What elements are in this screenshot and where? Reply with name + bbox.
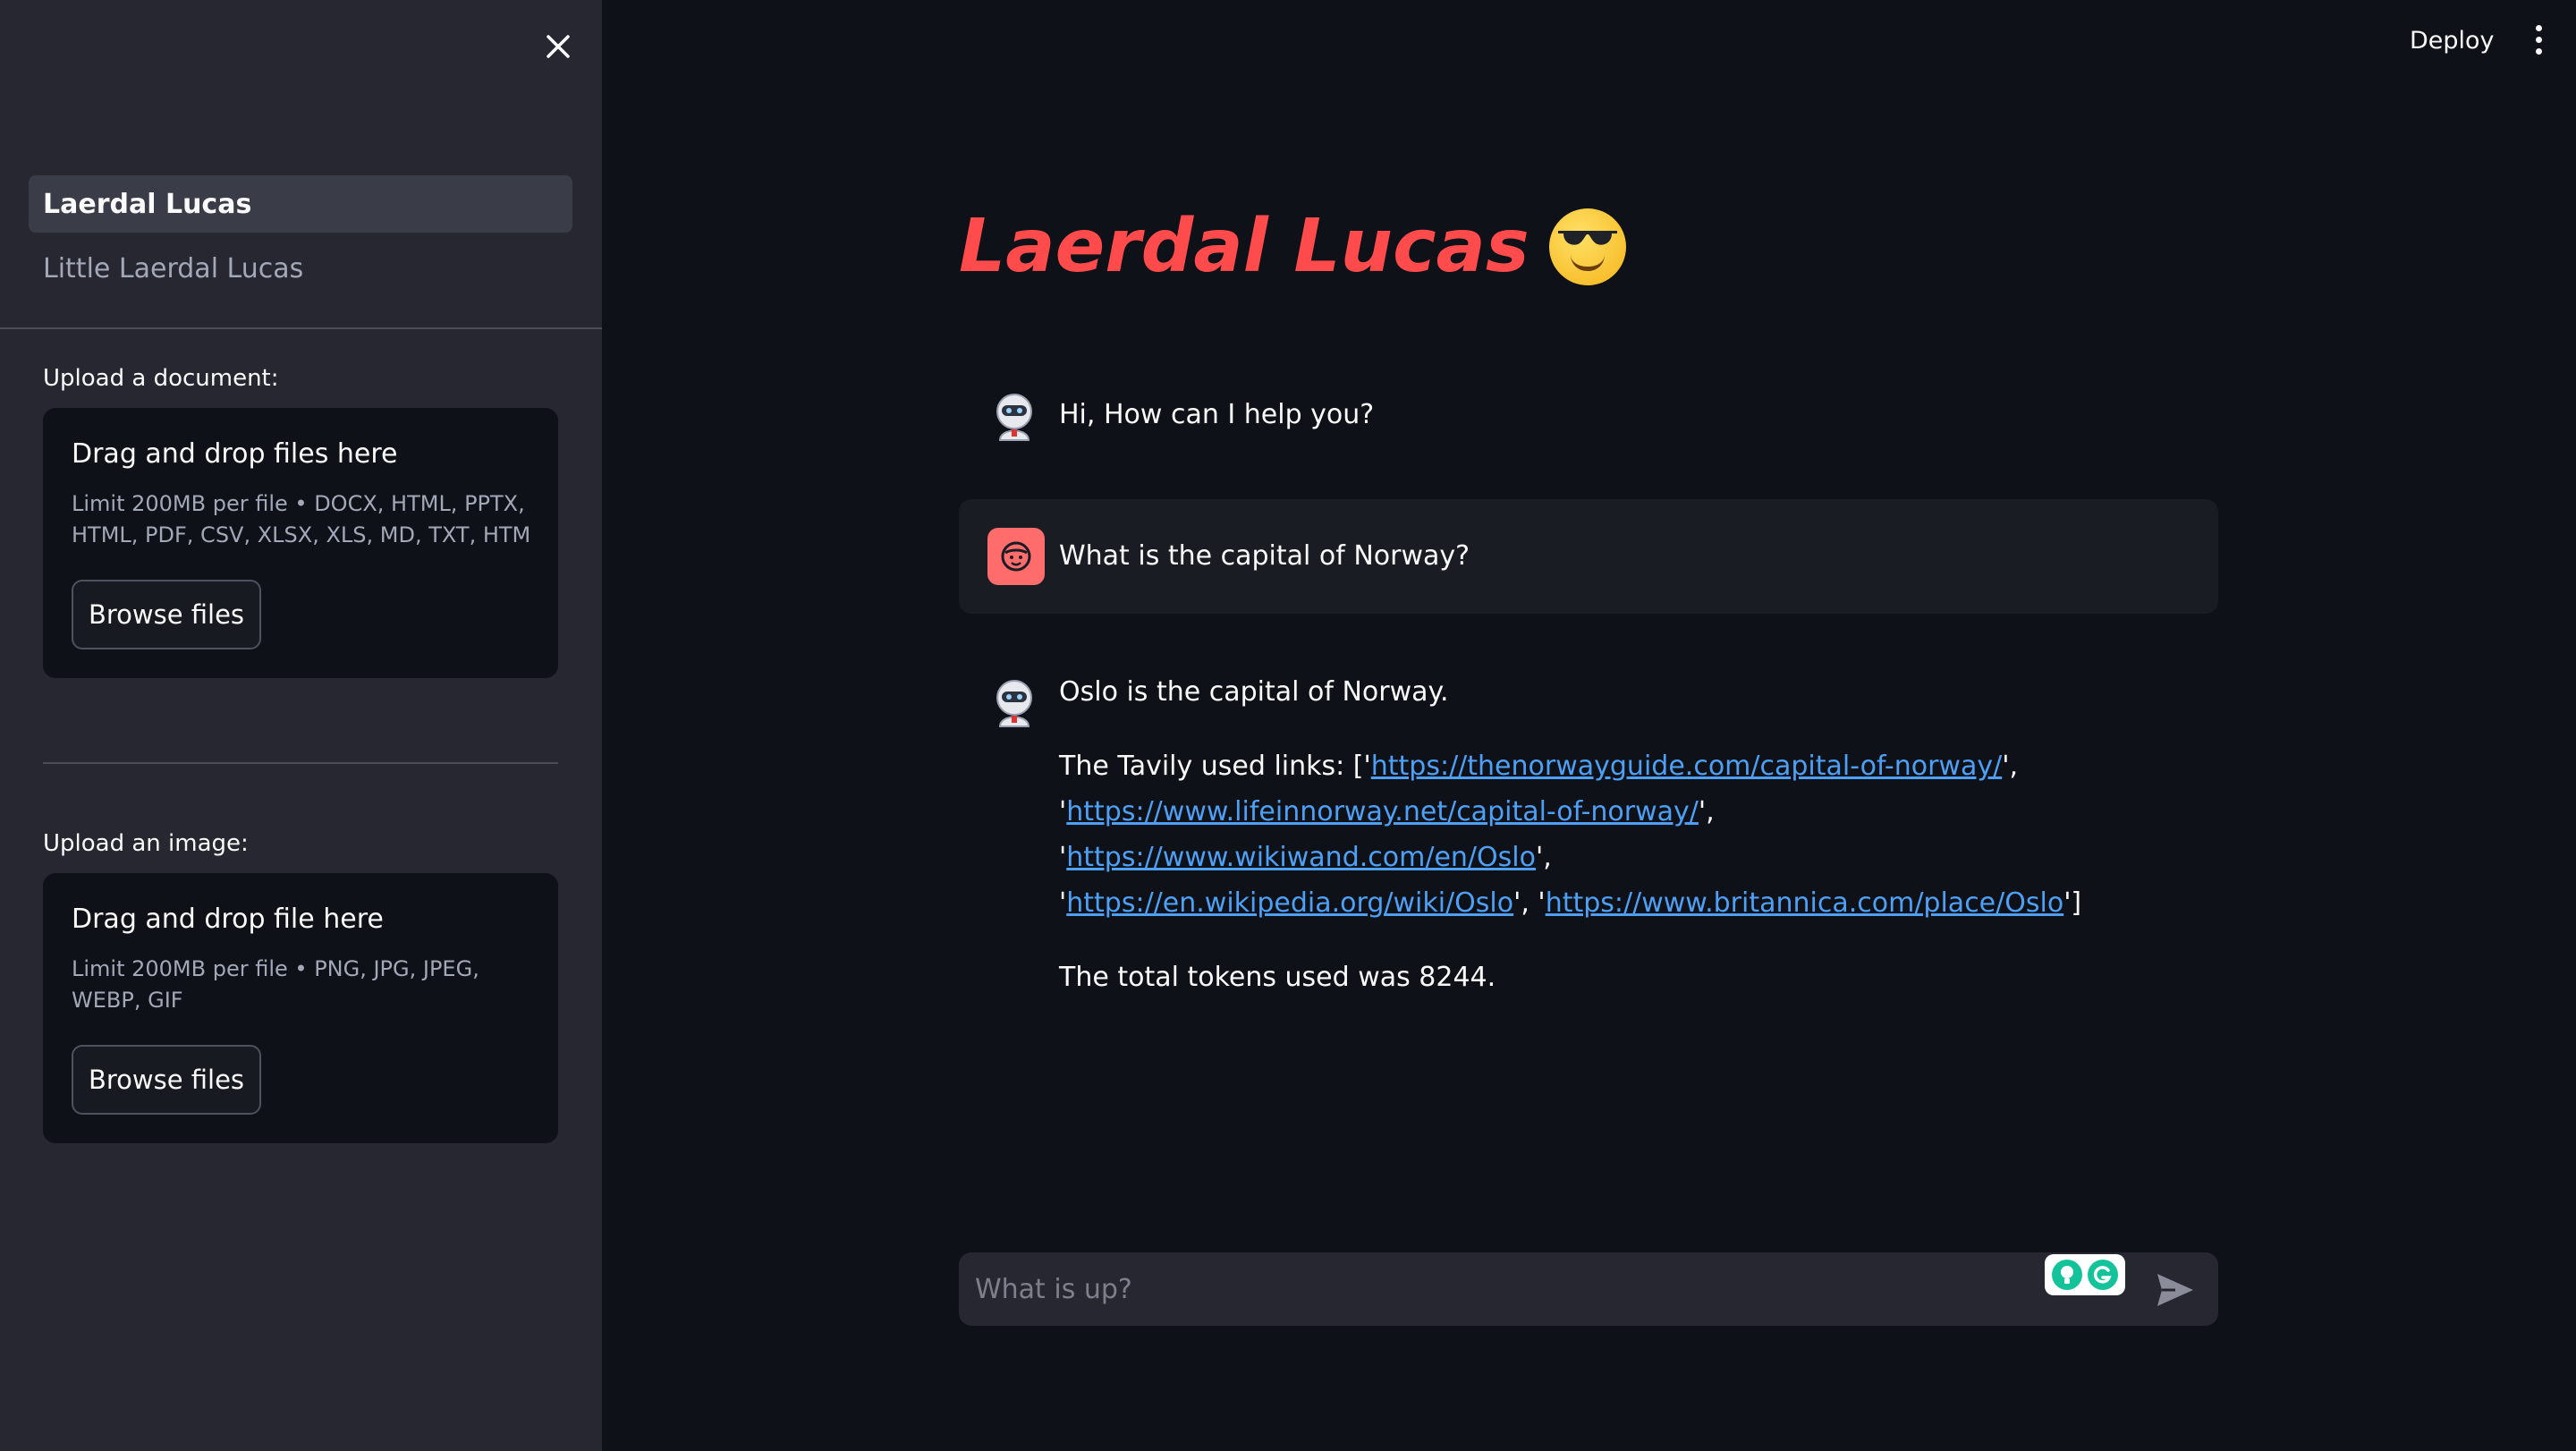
answer-text: Oslo is the capital of Norway. [1059, 676, 1449, 708]
sidebar-divider [43, 762, 558, 764]
links-quote: ' [1059, 796, 1067, 827]
kebab-dot [2536, 37, 2542, 43]
image-dropzone[interactable]: Drag and drop file here Limit 200MB per … [43, 873, 558, 1143]
tavily-links-text: The Tavily used links: ['https://thenorw… [1059, 743, 2123, 926]
links-separator: ', [1535, 842, 1552, 873]
links-quote: ' [1059, 887, 1067, 919]
links-separator: ', [2002, 751, 2019, 782]
lightbulb-icon [2052, 1260, 2082, 1290]
grammarly-icon [2088, 1260, 2118, 1290]
page-nav: Laerdal Lucas Little Laerdal Lucas [29, 175, 572, 304]
source-link[interactable]: https://www.wikiwand.com/en/Oslo [1066, 842, 1536, 873]
source-link[interactable]: https://en.wikipedia.org/wiki/Oslo [1066, 887, 1513, 919]
user-avatar-icon [987, 528, 1045, 585]
doc-upload-label: Upload a document: [43, 365, 279, 392]
chat-message-user: What is the capital of Norway? [959, 499, 2218, 614]
links-separator: ', ' [1513, 887, 1546, 919]
nav-divider [0, 327, 602, 329]
deploy-button[interactable]: Deploy [2397, 20, 2507, 61]
send-button[interactable] [2154, 1270, 2197, 1310]
close-icon [547, 35, 570, 58]
image-browse-button[interactable]: Browse files [72, 1045, 261, 1115]
chat-input[interactable] [975, 1252, 2102, 1326]
sunglasses-emoji-icon [1548, 208, 1626, 285]
message-text: Hi, How can I help you? [1059, 399, 1375, 430]
page-title: Laerdal Lucas [959, 204, 1626, 289]
doc-dropzone-limit: Limit 200MB per file • DOCX, HTML, PPTX,… [72, 491, 531, 547]
links-suffix: '] [2063, 887, 2082, 919]
close-sidebar-button[interactable] [537, 25, 580, 68]
kebab-dot [2536, 48, 2542, 55]
app-root: Laerdal Lucas Little Laerdal Lucas Uploa… [0, 0, 2576, 1451]
bot-avatar-icon [986, 388, 1043, 445]
chat-input-container [959, 1252, 2218, 1326]
image-dropzone-limit: Limit 200MB per file • PNG, JPG, JPEG, W… [72, 956, 479, 1013]
message-text: What is the capital of Norway? [1059, 540, 1470, 572]
nav-item-laerdal-lucas[interactable]: Laerdal Lucas [29, 175, 572, 233]
tokens-text: The total tokens used was 8244. [1059, 962, 1496, 993]
links-prefix: The Tavily used links: [' [1059, 751, 1371, 782]
message-text: Oslo is the capital of Norway. The Tavil… [1059, 669, 2123, 1029]
image-upload-label: Upload an image: [43, 830, 249, 857]
source-link[interactable]: https://www.britannica.com/place/Oslo [1546, 887, 2064, 919]
image-dropzone-title: Drag and drop file here [72, 904, 384, 935]
source-link[interactable]: https://thenorwayguide.com/capital-of-no… [1371, 751, 2002, 782]
kebab-dot [2536, 25, 2542, 31]
grammar-extension-badge[interactable] [2045, 1254, 2125, 1295]
doc-dropzone-title: Drag and drop files here [72, 438, 398, 470]
nav-item-little-laerdal-lucas[interactable]: Little Laerdal Lucas [29, 240, 572, 297]
bot-avatar-icon [986, 675, 1043, 732]
main-menu-button[interactable] [2522, 21, 2555, 57]
sidebar: Laerdal Lucas Little Laerdal Lucas Uploa… [0, 0, 602, 1451]
chat-message-assistant: Hi, How can I help you? [959, 376, 2218, 458]
send-icon [2157, 1274, 2193, 1306]
doc-browse-button[interactable]: Browse files [72, 580, 261, 649]
source-link[interactable]: https://www.lifeinnorway.net/capital-of-… [1066, 796, 1699, 827]
chat-message-assistant: Oslo is the capital of Norway. The Tavil… [959, 662, 2218, 993]
page-title-text: Laerdal Lucas [959, 204, 1530, 289]
doc-dropzone[interactable]: Drag and drop files here Limit 200MB per… [43, 408, 558, 678]
